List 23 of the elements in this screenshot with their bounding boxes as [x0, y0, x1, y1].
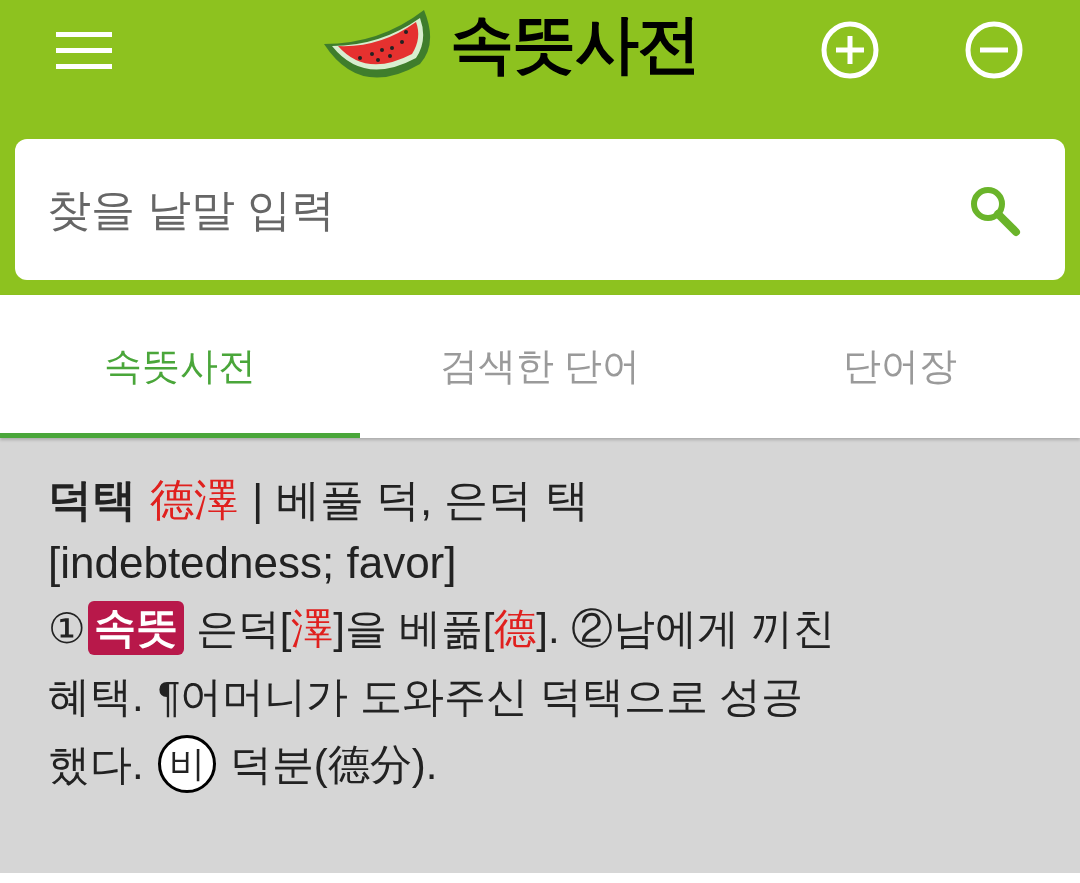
definition-text: 은덕[: [194, 603, 292, 654]
synonym-mark: 비: [157, 735, 216, 793]
definition-text: 했다.: [48, 739, 144, 790]
definition-text: ]. ②남에게 끼친: [536, 603, 836, 654]
hanja-char: 德: [494, 603, 537, 654]
tab[interactable]: 검색한 단어: [360, 295, 720, 438]
definition-text: ]을 베풂[: [333, 603, 495, 654]
definition-text: 혜택.: [48, 671, 144, 722]
definition-text: ①: [48, 603, 86, 654]
entry-word: 덕택: [48, 474, 136, 526]
hanja-char: 澤: [291, 603, 334, 654]
hanja-reading: | 베풀 덕, 은덕 택: [252, 474, 589, 526]
meaning-badge: 속뜻: [88, 601, 184, 655]
tab[interactable]: 단어장: [720, 295, 1080, 438]
zoom-in-icon[interactable]: [820, 20, 880, 80]
definition-text: 덕분(德分).: [229, 739, 438, 790]
definition-text: ¶어머니가 도와주신 덕택으로 성공: [157, 671, 804, 722]
zoom-out-icon[interactable]: [964, 20, 1024, 80]
search-field[interactable]: 찾을 낱말 입력: [15, 139, 1065, 280]
entry-hanja: 德澤: [150, 474, 238, 526]
app-title: 속뜻사전: [450, 12, 700, 76]
menu-icon[interactable]: [56, 30, 112, 70]
english-meaning: [indebtedness; favor]: [48, 537, 458, 589]
